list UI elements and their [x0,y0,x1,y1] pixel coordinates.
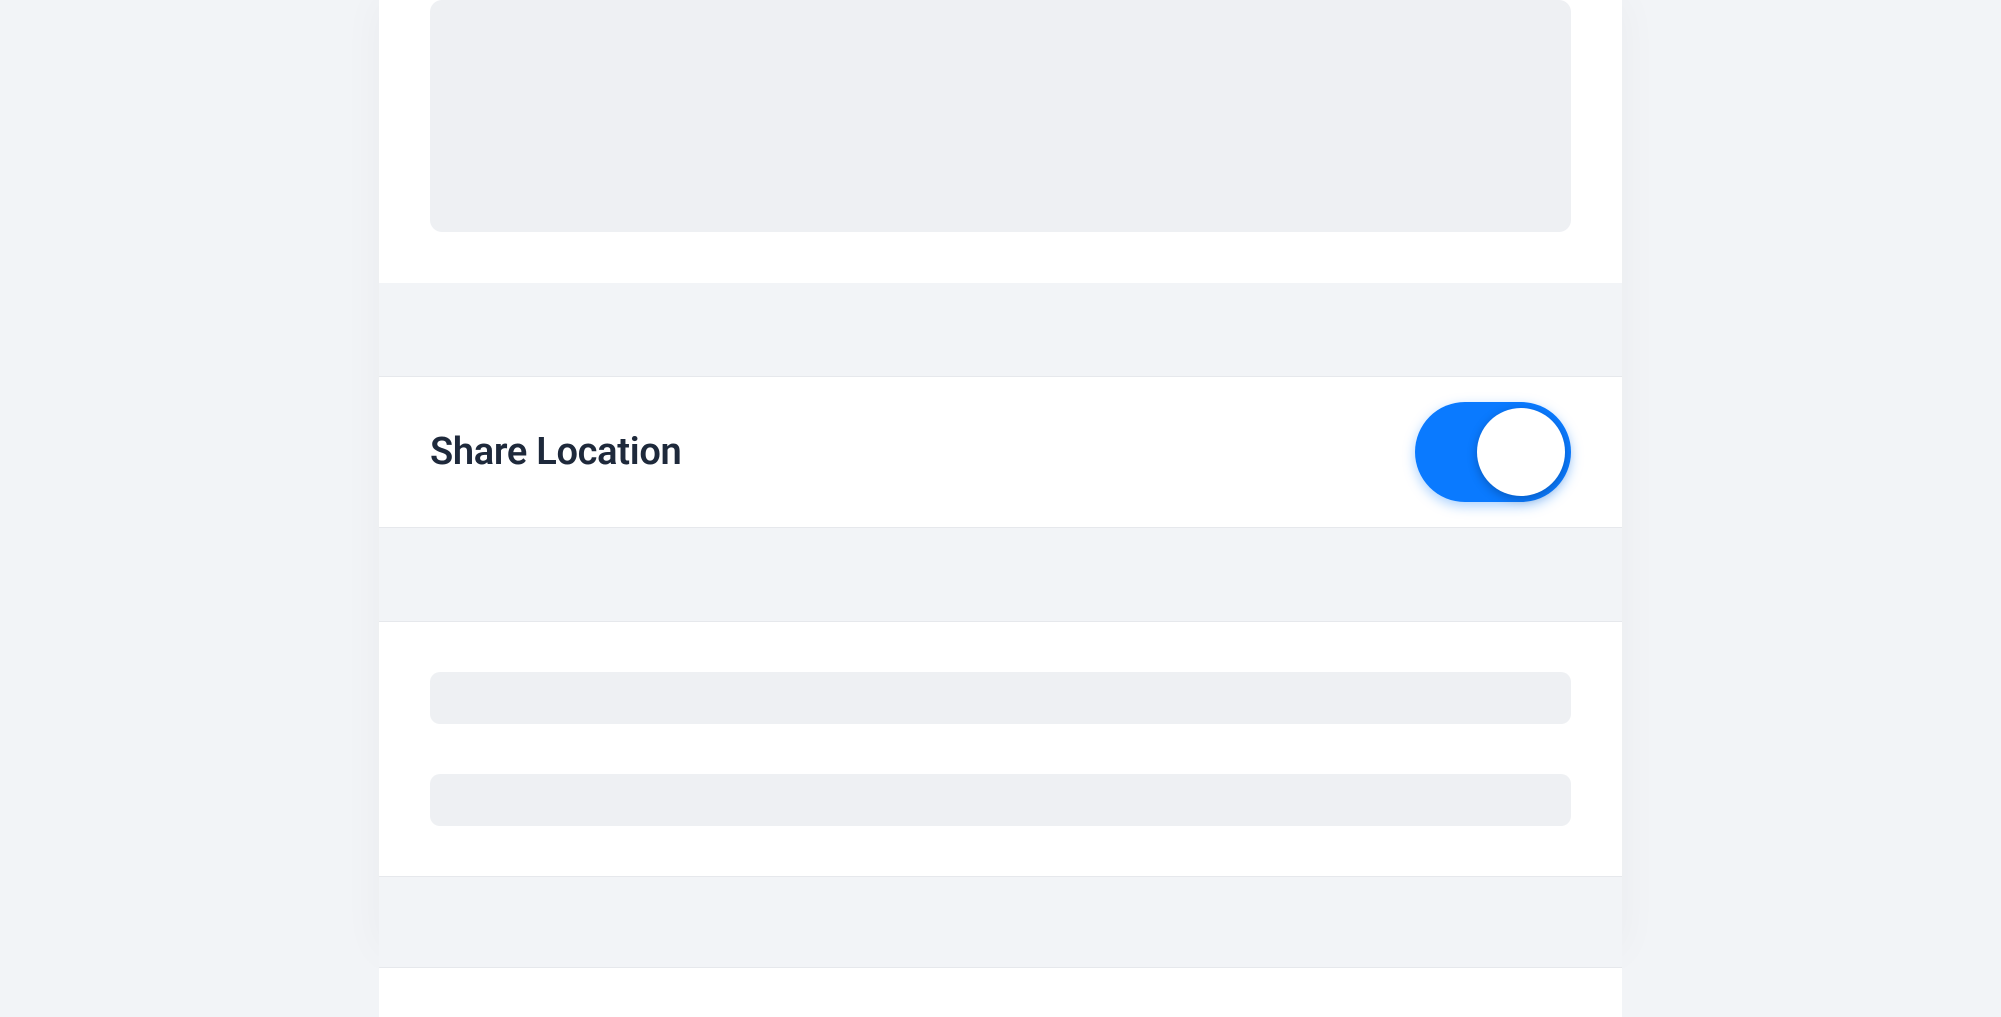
section-gap [379,528,1622,621]
share-location-label: Share Location [430,430,681,474]
settings-panel: Share Location [379,0,1622,951]
section-gap [379,877,1622,967]
placeholder-line [430,672,1571,724]
content-card-lines [379,621,1622,877]
section-gap [379,283,1622,376]
content-card-bottom [379,967,1622,1017]
placeholder-line [430,774,1571,826]
placeholder-large [430,0,1571,232]
share-location-toggle[interactable] [1415,402,1571,502]
content-card-top [379,0,1622,283]
toggle-knob [1477,408,1565,496]
share-location-row: Share Location [379,376,1622,528]
